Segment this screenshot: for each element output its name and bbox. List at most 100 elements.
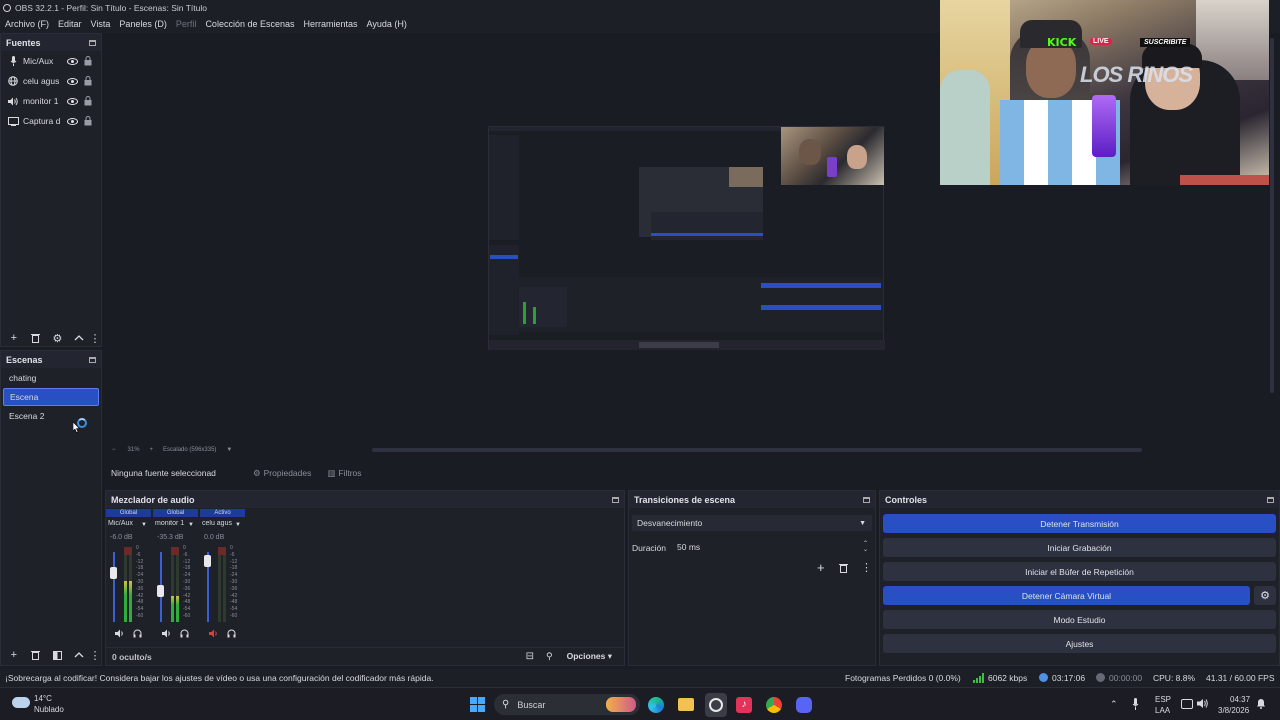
eye-icon[interactable] (67, 96, 78, 106)
stop-virtual-camera-button[interactable]: Detener Cámara Virtual (883, 586, 1250, 605)
settings-button[interactable]: Ajustes (883, 634, 1276, 653)
transition-select[interactable]: Desvanecimiento ▼ (632, 515, 872, 531)
clock-date[interactable]: 3/8/2026 (1218, 706, 1249, 715)
taskbar-search-box[interactable]: ⚲ Buscar (494, 694, 640, 715)
more-menu-icon[interactable]: ⋮ (90, 331, 101, 345)
undock-icon[interactable] (1267, 496, 1274, 503)
menu-vista[interactable]: Vista (91, 19, 111, 29)
meter-scale-label: -18 (136, 565, 144, 572)
chevron-up-icon[interactable]: ⌃ (1110, 699, 1118, 710)
move-up-button[interactable] (71, 331, 87, 345)
chevron-down-icon[interactable]: ▼ (188, 522, 194, 528)
status-bar: ¡Sobrecarga al codificar! Considera baja… (0, 669, 1280, 687)
network-icon[interactable] (1181, 699, 1193, 709)
undock-icon[interactable] (89, 39, 96, 46)
more-menu-icon[interactable]: ⋮ (861, 561, 872, 574)
remove-source-button[interactable] (28, 331, 44, 345)
obs-taskbar-icon[interactable] (705, 693, 727, 717)
clock-time[interactable]: 04:37 (1230, 695, 1250, 704)
start-replay-buffer-button[interactable]: Iniciar el Búfer de Repetición (883, 562, 1276, 581)
stream-icon (1039, 673, 1048, 682)
lock-icon[interactable] (82, 96, 93, 106)
source-item-captura[interactable]: Captura d (1, 111, 101, 131)
sources-dock-title: Fuentes (1, 34, 101, 51)
options-button[interactable]: Opciones ▾ (567, 651, 612, 662)
remove-transition-button[interactable] (839, 563, 848, 575)
add-transition-button[interactable]: + (817, 560, 825, 575)
duration-spinbox[interactable]: 50 ms ⌃ ⌄ (671, 539, 872, 555)
headphones-icon[interactable] (227, 629, 236, 640)
headphones-icon[interactable] (133, 629, 142, 640)
file-explorer-icon[interactable] (678, 698, 694, 711)
undock-icon[interactable] (612, 496, 619, 503)
zoom-in-button[interactable]: + (150, 447, 154, 453)
meter-scale-label: -48 (183, 599, 191, 606)
muted-speaker-icon[interactable] (209, 629, 220, 640)
source-item-celu[interactable]: celu agus (1, 71, 101, 91)
source-item-monitor[interactable]: monitor 1 (1, 91, 101, 111)
undock-icon[interactable] (89, 356, 96, 363)
kick-logo: KICK (1047, 36, 1077, 49)
source-properties-gear-icon[interactable]: ⚙ (50, 331, 66, 345)
volume-slider-handle[interactable] (204, 555, 211, 567)
studio-mode-button[interactable]: Modo Estudio (883, 610, 1276, 629)
source-item-mic[interactable]: Mic/Aux (1, 51, 101, 71)
stop-streaming-button[interactable]: Detener Transmisión (883, 514, 1276, 533)
chevron-down-icon[interactable]: ▼ (226, 447, 232, 453)
discord-icon[interactable] (796, 697, 812, 713)
chevron-down-icon[interactable]: ▼ (141, 522, 147, 528)
preview-canvas[interactable]: KICK LIVE SUSCRIBITE LOS RINOS − 31% + E… (108, 0, 1274, 453)
headphones-icon[interactable] (180, 629, 189, 640)
advanced-audio-icon[interactable]: ⚲ (546, 651, 553, 662)
volume-slider-handle[interactable] (157, 585, 164, 597)
scene-item-escena[interactable]: Escena (3, 388, 99, 406)
undock-icon[interactable] (863, 496, 870, 503)
notification-bell-icon[interactable] (1256, 698, 1266, 711)
zoom-out-button[interactable]: − (112, 447, 116, 453)
lock-icon[interactable] (82, 56, 93, 66)
menu-paneles[interactable]: Paneles (D) (119, 19, 167, 29)
bitrate: 6062 kbps (988, 673, 1028, 683)
filter-icon: ▥ (327, 467, 336, 478)
layout-toggle-icon[interactable]: ⊟ (526, 651, 534, 662)
chrome-icon[interactable] (766, 697, 782, 713)
add-source-button[interactable]: + (6, 331, 22, 345)
menu-herramientas[interactable]: Herramientas (304, 19, 358, 29)
menu-ayuda[interactable]: Ayuda (H) (367, 19, 407, 29)
menu-editar[interactable]: Editar (58, 19, 82, 29)
audio-mixer-dock: Mezclador de audio Global Mic/Aux ▼ -6.0… (105, 490, 625, 666)
volume-slider-track[interactable] (113, 552, 115, 622)
eye-icon[interactable] (67, 116, 78, 126)
volume-icon[interactable] (1197, 698, 1209, 711)
menu-coleccion[interactable]: Colección de Escenas (205, 19, 294, 29)
channel-db: -35.3 dB (157, 534, 183, 541)
spin-arrows-icon[interactable]: ⌃ ⌄ (863, 541, 868, 553)
preview-vertical-scrollbar[interactable] (1270, 38, 1274, 393)
meter-scale-label: 0 (183, 545, 186, 551)
lock-icon[interactable] (82, 76, 93, 86)
monitor-icon (7, 116, 19, 126)
start-recording-button[interactable]: Iniciar Grabación (883, 538, 1276, 557)
virtual-camera-settings-gear-icon[interactable]: ⚙ (1254, 586, 1276, 605)
tiktok-icon[interactable]: ♪ (736, 697, 752, 713)
eye-icon[interactable] (67, 76, 78, 86)
lock-icon[interactable] (82, 116, 93, 126)
menu-archivo[interactable]: Archivo (F) (5, 19, 49, 29)
properties-button[interactable]: ⚙ Propiedades (253, 468, 311, 479)
meter-scale-label: 0 (136, 545, 139, 551)
weather-temp: 14°C (34, 694, 52, 703)
meter-scale-label: -24 (230, 572, 238, 579)
filters-button[interactable]: ▥ Filtros (327, 468, 361, 479)
microphone-tray-icon[interactable] (1132, 698, 1139, 712)
scene-item-chating[interactable]: chating (3, 369, 99, 387)
meter-scale-label: -24 (136, 572, 144, 579)
speaker-icon[interactable] (162, 629, 173, 640)
channel-db: 0.0 dB (204, 534, 224, 541)
speaker-icon[interactable] (115, 629, 126, 640)
edge-icon[interactable] (648, 697, 664, 713)
channel-tag-label: Activo (214, 510, 231, 516)
volume-slider-handle[interactable] (110, 567, 117, 579)
eye-icon[interactable] (67, 56, 78, 66)
chevron-down-icon[interactable]: ▼ (235, 522, 241, 528)
windows-start-icon[interactable] (470, 697, 485, 714)
